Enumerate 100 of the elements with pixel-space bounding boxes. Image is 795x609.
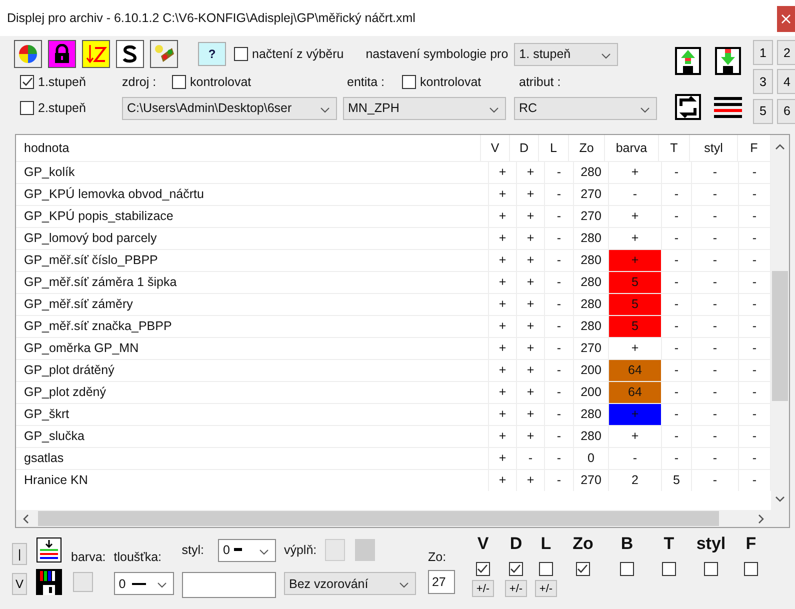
table-cell: - xyxy=(692,426,739,447)
checkbox[interactable] xyxy=(744,562,758,576)
table-cell: + xyxy=(489,404,517,425)
column-header[interactable]: barva xyxy=(605,135,659,161)
table-cell: - xyxy=(662,184,692,205)
fill-pattern-select[interactable]: Bez vzorování xyxy=(284,572,416,595)
number-button[interactable]: 4 xyxy=(777,69,795,94)
table-cell: GP_slučka xyxy=(16,426,489,447)
help-button[interactable]: ? xyxy=(198,42,226,66)
flag-label: B xyxy=(620,534,634,555)
fill-swatch[interactable] xyxy=(324,539,345,561)
table-cell: + xyxy=(517,382,545,403)
column-header[interactable]: D xyxy=(510,135,539,161)
column-header[interactable]: hodnota xyxy=(16,135,481,161)
checkbox[interactable] xyxy=(508,562,523,576)
table-cell: GP_lomový bod parcely xyxy=(16,228,489,249)
number-button[interactable]: 1 xyxy=(753,40,773,65)
table-cell: + xyxy=(609,228,662,249)
download-button[interactable] xyxy=(713,46,743,76)
style-s-button[interactable] xyxy=(116,40,144,68)
color-cell: 5 xyxy=(609,272,662,293)
checkbox[interactable] xyxy=(20,75,34,89)
symbology-select[interactable]: 1. stupeň xyxy=(514,42,618,66)
table-cell: - xyxy=(662,294,692,315)
color-swatch[interactable] xyxy=(73,572,93,592)
refresh-button[interactable] xyxy=(673,92,703,122)
checkbox-label: kontrolovat xyxy=(190,75,252,89)
table-cell: - xyxy=(692,206,739,227)
checkbox[interactable] xyxy=(538,562,553,576)
table-cell: + xyxy=(517,206,545,227)
column-header[interactable]: V xyxy=(481,135,510,161)
vertical-scrollbar[interactable] xyxy=(771,135,789,527)
toggle-button[interactable]: +/- xyxy=(505,580,527,597)
number-button[interactable]: 2 xyxy=(777,40,795,65)
table-cell: + xyxy=(517,470,545,491)
table-cell: 2 xyxy=(609,470,662,491)
table-cell: GP_kolík xyxy=(16,162,489,183)
checkbox[interactable] xyxy=(402,75,416,89)
number-button[interactable]: 6 xyxy=(777,98,795,124)
checkbox[interactable] xyxy=(234,47,248,61)
zo-input-field[interactable]: 27 xyxy=(428,570,455,594)
table-cell: - xyxy=(545,272,574,293)
flag-label: L xyxy=(540,534,552,555)
table-cell: - xyxy=(662,162,692,183)
table-cell: - xyxy=(545,228,574,249)
table-cell: + xyxy=(517,228,545,249)
table-cell: + xyxy=(489,162,517,183)
style-input-field[interactable] xyxy=(182,572,276,598)
table-cell: - xyxy=(692,272,739,293)
close-button[interactable] xyxy=(777,6,795,32)
layers-button[interactable] xyxy=(150,40,178,68)
checkbox[interactable] xyxy=(576,562,590,576)
dash-sample-icon xyxy=(234,548,242,552)
thickness-select[interactable]: 0 xyxy=(114,572,174,595)
checkbox[interactable] xyxy=(476,562,490,576)
attribute-select[interactable]: RC xyxy=(514,96,657,120)
line-button[interactable]: | xyxy=(12,543,27,565)
sort-button[interactable] xyxy=(82,40,110,68)
checkbox-label: 2.stupeň xyxy=(38,101,86,115)
checkbox[interactable] xyxy=(662,562,676,576)
checkbox[interactable] xyxy=(20,101,34,115)
checkbox[interactable] xyxy=(172,75,186,89)
table-cell: - xyxy=(692,294,739,315)
import-lines-icon xyxy=(36,537,62,563)
table-cell: + xyxy=(517,272,545,293)
flag-label: F xyxy=(746,534,756,555)
color-wheel-icon xyxy=(16,42,40,66)
checkbox[interactable] xyxy=(620,562,634,576)
column-header[interactable]: T xyxy=(659,135,690,161)
upload-button[interactable] xyxy=(673,46,703,76)
save-button[interactable] xyxy=(35,568,63,596)
style-select[interactable]: 0 xyxy=(218,538,276,562)
table-cell: - xyxy=(545,426,574,447)
lock-button[interactable] xyxy=(48,40,76,68)
toggle-button[interactable]: +/- xyxy=(535,580,557,597)
table-cell: - xyxy=(545,162,574,183)
column-header[interactable]: L xyxy=(539,135,569,161)
toggle-button[interactable]: +/- xyxy=(472,580,494,597)
horizontal-scrollbar[interactable] xyxy=(16,510,771,527)
close-icon xyxy=(781,14,791,24)
table-cell: GP_měř.síť záměry xyxy=(16,294,489,315)
table-cell: 5 xyxy=(662,470,692,491)
table-cell: - xyxy=(662,272,692,293)
number-button[interactable]: 5 xyxy=(753,98,773,124)
checkbox[interactable] xyxy=(704,562,718,576)
table-cell: + xyxy=(609,162,662,183)
table-cell: GP_měř.síť značka_PBPP xyxy=(16,316,489,337)
table-cell: - xyxy=(692,470,739,491)
source-select[interactable]: C:\Users\Admin\Desktop\6ser xyxy=(122,96,337,120)
fill-swatch[interactable] xyxy=(354,539,375,561)
column-header[interactable]: Zo xyxy=(569,135,605,161)
import-button[interactable] xyxy=(35,536,63,564)
color-wheel-button[interactable] xyxy=(14,40,42,68)
v-button[interactable]: V xyxy=(12,573,27,595)
table-cell: - xyxy=(692,162,739,183)
column-header[interactable]: styl xyxy=(690,135,738,161)
entity-select[interactable]: MN_ZPH xyxy=(343,96,506,120)
table-cell: - xyxy=(545,470,574,491)
number-button[interactable]: 3 xyxy=(753,69,773,94)
table-cell: 280 xyxy=(574,426,609,447)
